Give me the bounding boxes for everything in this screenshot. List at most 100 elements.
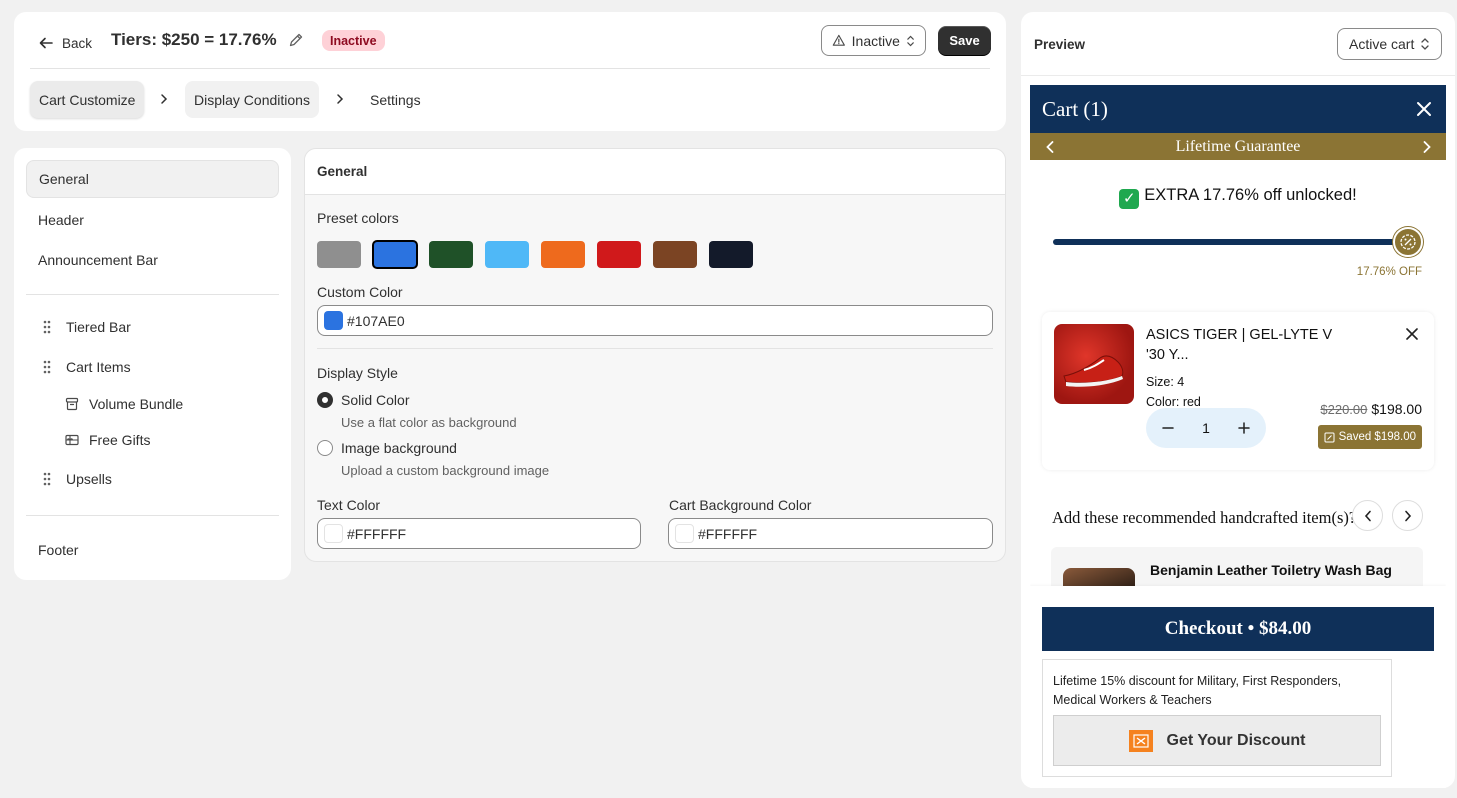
color-chip[interactable]	[324, 524, 343, 543]
divider	[26, 515, 279, 516]
recommendations-prev-button[interactable]	[1352, 500, 1383, 531]
preset-color-swatch[interactable]	[429, 241, 473, 268]
sidebar-item-volume-bundle[interactable]: Volume Bundle	[65, 396, 183, 412]
warning-icon	[832, 34, 845, 46]
sidebar-item-header[interactable]: Header	[26, 201, 279, 239]
quantity-value: 1	[1202, 420, 1210, 436]
gift-card-icon	[65, 434, 79, 446]
preset-color-swatch[interactable]	[597, 241, 641, 268]
preset-color-swatch[interactable]	[372, 240, 418, 269]
chevron-right-icon[interactable]	[1422, 141, 1432, 153]
divider	[317, 348, 993, 349]
chevron-right-icon	[337, 94, 344, 104]
preset-colors-label: Preset colors	[317, 210, 399, 226]
custom-color-value: #107AE0	[347, 312, 405, 329]
save-button[interactable]: Save	[938, 26, 991, 55]
status-select[interactable]: Inactive	[821, 25, 926, 56]
quantity-stepper[interactable]: 1	[1146, 408, 1266, 448]
image-background-radio[interactable]	[317, 440, 333, 456]
sidebar-item-free-gifts[interactable]: Free Gifts	[65, 432, 150, 448]
discount-badge-icon	[1393, 227, 1423, 257]
page-title: Tiers: $250 = 17.76%	[111, 30, 277, 49]
sidebar-item-general[interactable]: General	[26, 160, 279, 198]
sidebar-item-label: Volume Bundle	[89, 396, 184, 412]
step-cart-customize[interactable]: Cart Customize	[30, 81, 145, 118]
product-image	[1054, 324, 1134, 404]
recommendations-title: Add these recommended handcrafted item(s…	[1052, 508, 1357, 527]
status-select-value: Inactive	[851, 32, 900, 49]
preview-title: Preview	[1034, 37, 1086, 52]
close-icon[interactable]	[1406, 328, 1418, 340]
cart-footer: Checkout • $84.00 Lifetime 15% discount …	[1030, 586, 1446, 788]
announcement-text: Lifetime Guarantee	[1175, 137, 1301, 155]
back-label: Back	[62, 35, 93, 51]
preset-color-swatch[interactable]	[541, 241, 585, 268]
saved-amount: Saved $198.00	[1338, 431, 1416, 443]
text-color-field[interactable]: #FFFFFF	[317, 518, 641, 549]
status-badge: Inactive	[322, 30, 385, 51]
panel-title: General	[305, 149, 1005, 195]
check-icon: ✓	[1119, 189, 1140, 209]
step-settings[interactable]: Settings	[361, 81, 430, 118]
preset-color-swatch[interactable]	[653, 241, 697, 268]
solid-color-hint: Use a flat color as background	[341, 415, 517, 430]
arrow-left-icon	[39, 37, 53, 49]
cart-state-select[interactable]: Active cart	[1337, 28, 1442, 60]
checkout-button[interactable]: Checkout • $84.00	[1042, 607, 1434, 651]
display-style-label: Display Style	[317, 365, 398, 381]
text-color-label: Text Color	[317, 497, 381, 513]
recommendations-next-button[interactable]	[1392, 500, 1423, 531]
cart-state-value: Active cart	[1349, 36, 1415, 52]
sidebar: General Header Announcement Bar Tiered B…	[14, 148, 291, 580]
divider	[26, 294, 279, 295]
promo-text: Lifetime 15% discount for Military, Firs…	[1053, 674, 1342, 707]
chevron-left-icon[interactable]	[1045, 141, 1055, 153]
preset-color-swatch[interactable]	[317, 241, 361, 268]
get-discount-button[interactable]: Get Your Discount	[1053, 715, 1381, 766]
tier-progress-bar	[1053, 239, 1405, 245]
drag-handle-icon[interactable]	[42, 319, 52, 335]
sidebar-item-upsells[interactable]: Upsells	[42, 471, 112, 487]
chevron-left-icon	[1364, 510, 1371, 521]
chevron-right-icon	[1404, 510, 1411, 521]
sidebar-item-label: Tiered Bar	[66, 319, 131, 335]
preview-panel: Preview Active cart Cart (1) Lifetime Gu…	[1021, 12, 1455, 788]
preset-color-swatch[interactable]	[485, 241, 529, 268]
back-button[interactable]: Back	[38, 31, 92, 55]
original-price: $220.00	[1320, 402, 1368, 417]
sidebar-item-cart-items[interactable]: Cart Items	[42, 359, 131, 375]
sidebar-item-announcement-bar[interactable]: Announcement Bar	[26, 241, 279, 279]
sidebar-item-tiered-bar[interactable]: Tiered Bar	[42, 319, 131, 335]
custom-color-field[interactable]: #107AE0	[317, 305, 993, 336]
plus-icon[interactable]	[1238, 422, 1250, 434]
color-chip[interactable]	[675, 524, 694, 543]
sidebar-item-footer[interactable]: Footer	[26, 531, 279, 569]
preset-color-swatch[interactable]	[709, 241, 753, 268]
step-display-conditions[interactable]: Display Conditions	[185, 81, 319, 118]
tier-progress-label: 17.76% OFF	[1356, 266, 1422, 278]
tier-unlocked-text: EXTRA 17.76% off unlocked!	[1144, 186, 1357, 204]
sale-price: $198.00	[1371, 401, 1422, 417]
text-color-value: #FFFFFF	[347, 525, 407, 542]
custom-color-label: Custom Color	[317, 284, 403, 300]
color-chip[interactable]	[324, 311, 343, 330]
discount-promo: Lifetime 15% discount for Military, Firs…	[1042, 659, 1392, 777]
drag-handle-icon[interactable]	[42, 359, 52, 375]
pencil-icon[interactable]	[288, 32, 304, 51]
cart-header: Cart (1)	[1030, 85, 1446, 133]
cart-title: Cart (1)	[1042, 97, 1108, 121]
id-verify-logo-icon	[1128, 729, 1153, 752]
solid-color-label: Solid Color	[341, 392, 410, 408]
archive-box-icon	[65, 397, 79, 411]
minus-icon[interactable]	[1162, 422, 1174, 434]
cart-item: ASICS TIGER | GEL-LYTE V '30 Y... Size: …	[1042, 312, 1434, 470]
chevron-right-icon	[161, 94, 168, 104]
drag-handle-icon[interactable]	[42, 471, 52, 487]
select-chevron-icon	[1421, 38, 1429, 50]
close-icon[interactable]	[1416, 101, 1432, 117]
cart-background-color-field[interactable]: #FFFFFF	[668, 518, 993, 549]
sidebar-item-label: Cart Items	[66, 359, 131, 375]
solid-color-radio[interactable]	[317, 392, 333, 408]
get-discount-label: Get Your Discount	[1166, 731, 1306, 749]
top-bar: Back Tiers: $250 = 17.76% Inactive Inact…	[14, 12, 1006, 131]
